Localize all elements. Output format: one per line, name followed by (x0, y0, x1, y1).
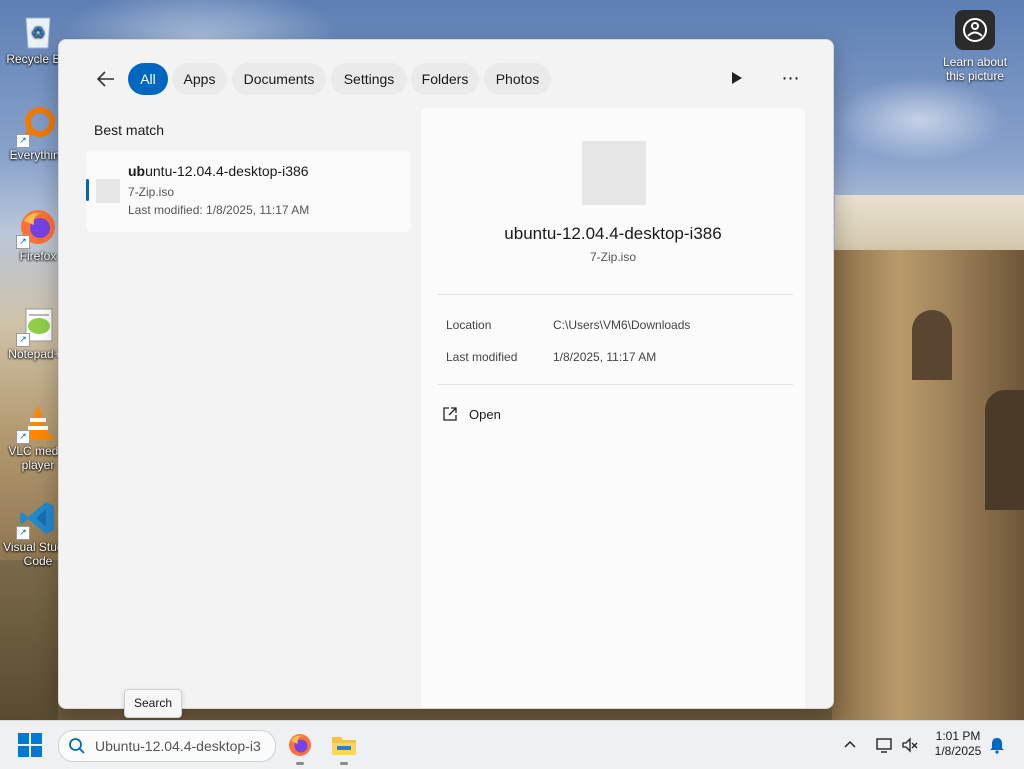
preview-pane: ubuntu-12.04.4-desktop-i386 7-Zip.iso Lo… (421, 108, 805, 708)
windows-logo-icon (18, 733, 29, 744)
volume-muted-icon[interactable] (901, 736, 919, 754)
file-thumbnail-icon (96, 179, 120, 203)
firefox-icon (289, 734, 311, 756)
svg-text:♻: ♻ (31, 25, 45, 42)
wallpaper-bridge-arch (912, 310, 952, 380)
running-indicator (296, 762, 304, 765)
best-match-result[interactable]: ubuntu-12.04.4-desktop-i386 7-Zip.iso La… (86, 150, 411, 232)
location-value: C:\Users\VM6\Downloads (553, 318, 691, 332)
running-indicator (340, 762, 348, 765)
vscode-icon: ↗ (16, 498, 58, 540)
firefox-icon: ↗ (16, 207, 58, 249)
best-match-heading: Best match (94, 122, 165, 138)
search-input[interactable]: Ubuntu-12.04.4-desktop-i3 (95, 738, 265, 754)
more-options-button[interactable]: ⋯ (777, 64, 805, 92)
notepad-plus-plus-icon: ↗ (16, 305, 58, 347)
wallpaper-cliff-left (0, 560, 58, 720)
location-label: Location (446, 318, 492, 332)
result-title-match: ub (128, 163, 146, 179)
result-title: ubuntu-12.04.4-desktop-i386 (128, 163, 309, 179)
tab-settings[interactable]: Settings (331, 63, 407, 95)
clock[interactable]: 1:01 PM 1/8/2025 (926, 729, 990, 759)
preview-file-icon (582, 141, 646, 205)
taskbar-search-box[interactable]: Ubuntu-12.04.4-desktop-i3 (58, 730, 276, 762)
open-action[interactable]: Open (443, 400, 501, 428)
play-arrow-icon (732, 72, 742, 84)
show-hidden-icons-button[interactable] (844, 735, 856, 751)
tab-photos[interactable]: Photos (484, 63, 551, 95)
tab-documents[interactable]: Documents (232, 63, 326, 95)
shortcut-arrow-icon: ↗ (16, 333, 30, 347)
more-filters-button[interactable] (723, 64, 751, 92)
shortcut-arrow-icon: ↗ (16, 134, 30, 148)
divider (437, 294, 793, 295)
clock-date: 1/8/2025 (934, 744, 982, 758)
open-label: Open (469, 406, 501, 422)
vlc-cone-icon: ↗ (16, 402, 58, 444)
back-arrow-icon (97, 71, 114, 87)
camera-lens-icon (955, 10, 995, 50)
taskbar-file-explorer[interactable] (328, 729, 360, 765)
preview-title: ubuntu-12.04.4-desktop-i386 (504, 224, 722, 243)
result-subtitle: 7-Zip.iso (128, 185, 175, 199)
result-modified: Last modified: 1/8/2025, 11:17 AM (128, 203, 310, 217)
chevron-up-icon (844, 740, 856, 748)
notification-bell-icon[interactable] (988, 736, 1006, 754)
divider (437, 384, 793, 385)
network-icon[interactable] (875, 736, 893, 754)
wallpaper-bridge-arch-lower (985, 390, 1024, 510)
everything-search-icon: ↗ (16, 106, 58, 148)
search-tooltip: Search (124, 689, 183, 718)
ellipsis-icon: ⋯ (781, 67, 801, 88)
preview-subtitle: 7-Zip.iso (589, 250, 636, 264)
tab-apps[interactable]: Apps (172, 63, 227, 95)
clock-time: 1:01 PM (935, 729, 981, 743)
open-external-icon (443, 407, 457, 421)
modified-value: 1/8/2025, 11:17 AM (553, 350, 657, 364)
tab-all[interactable]: All (128, 63, 168, 95)
result-title-rest: untu-12.04.4-desktop-i386 (145, 163, 309, 179)
shortcut-arrow-icon: ↗ (16, 430, 30, 444)
folder-icon (332, 737, 356, 755)
start-button[interactable] (18, 733, 42, 757)
search-icon (69, 738, 85, 754)
tab-folders[interactable]: Folders (411, 63, 479, 95)
search-flyout: All Apps Documents Settings Folders Phot… (58, 39, 834, 709)
learn-about-picture[interactable]: Learn about this picture (940, 10, 1010, 83)
recycle-bin-icon: ♻ (18, 10, 58, 50)
learn-about-label: Learn about this picture (942, 55, 1008, 83)
shortcut-arrow-icon: ↗ (16, 235, 30, 249)
taskbar-firefox[interactable] (284, 729, 316, 765)
selection-indicator (86, 179, 89, 201)
taskbar: Ubuntu-12.04.4-desktop-i3 1:01 PM 1/8/20… (0, 720, 1024, 769)
shortcut-arrow-icon: ↗ (16, 526, 30, 540)
back-button[interactable] (91, 64, 121, 94)
modified-label: Last modified (446, 350, 518, 364)
filter-tabs: All Apps Documents Settings Folders Phot… (59, 40, 833, 118)
